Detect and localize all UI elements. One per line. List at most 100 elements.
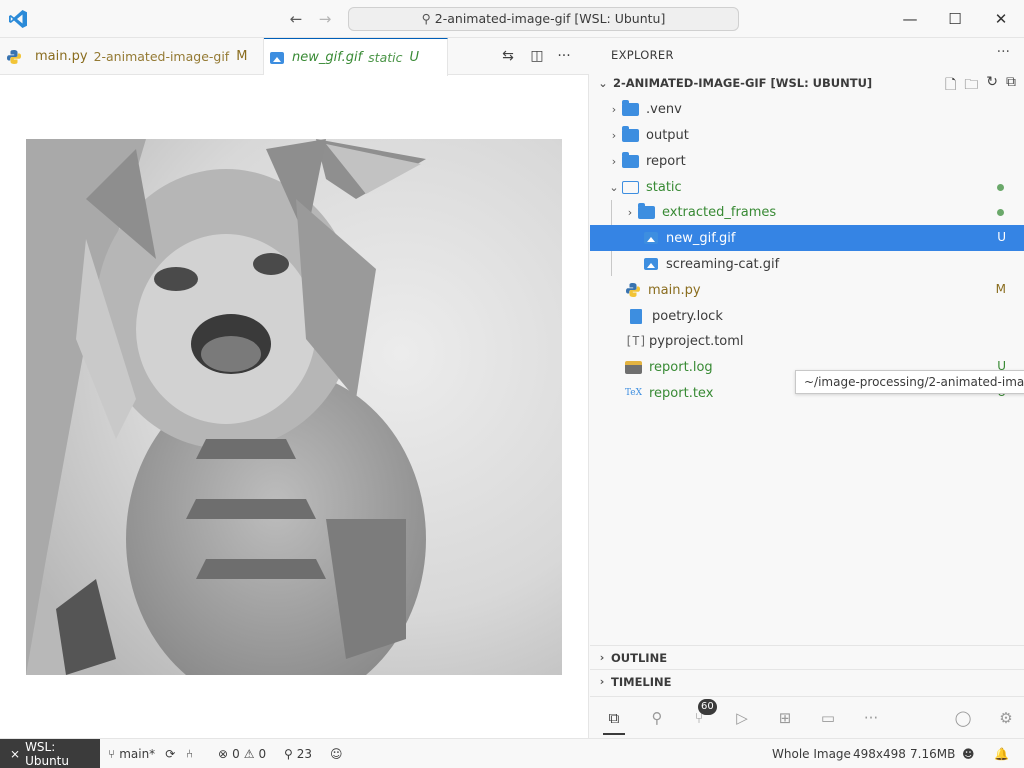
folder-icon: [622, 151, 639, 168]
ports-indicator[interactable]: ⚲ 23: [284, 739, 312, 768]
accounts-icon[interactable]: ◯: [952, 707, 974, 729]
chevron-right-icon: ›: [599, 651, 605, 664]
tab-untracked-mark: U: [409, 50, 419, 65]
image-file-icon: [270, 51, 284, 64]
tab-new-gif[interactable]: new_gif.gif static U: [264, 38, 448, 76]
explorer-more-icon[interactable]: ···: [997, 44, 1010, 60]
ports-count: 23: [296, 747, 313, 761]
more-actions-icon[interactable]: ···: [554, 46, 574, 66]
tree-item-pyproject-toml[interactable]: [T] pyproject.toml: [590, 328, 1024, 354]
git-branch-icon: ⑂: [108, 747, 116, 761]
git-status-dot: [997, 209, 1004, 216]
tree-item-label: static: [646, 179, 682, 195]
new-file-icon[interactable]: 🗋: [945, 74, 956, 98]
tree-item-label: pyproject.toml: [649, 333, 744, 349]
folder-icon: [638, 202, 655, 219]
close-button[interactable]: ✕: [988, 6, 1014, 32]
git-status-badge: U: [997, 230, 1006, 244]
tree-item-label: report.tex: [649, 385, 714, 401]
warning-icon: ⚠: [243, 747, 255, 761]
explorer-actions: 🗋 🗀 ↻ ⧉: [945, 74, 1016, 98]
tex-file-icon: TeX: [625, 388, 643, 398]
sync-icon[interactable]: ⟳: [165, 747, 175, 761]
tab-modified-mark: M: [236, 49, 248, 64]
tree-item-label: report: [646, 153, 686, 169]
image-file-icon: [644, 258, 658, 270]
editor-area: main.py 2-animated-image-gif M new_gif.g…: [0, 38, 589, 738]
run-debug-icon[interactable]: ▷: [731, 707, 753, 729]
chevron-down-icon: ⌄: [598, 76, 608, 90]
more-views-icon[interactable]: ···: [860, 707, 882, 729]
status-bar: ⨯ WSL: Ubuntu ⑂ main* ⟳ ⑃ ⊗ 0 ⚠ 0 ⚲ 23 ☺…: [0, 738, 1024, 768]
tree-item-screaming-cat-gif[interactable]: screaming-cat.gif: [590, 251, 1024, 277]
tree-item-output[interactable]: › output: [590, 122, 1024, 148]
vscode-logo-icon: [9, 10, 27, 28]
branch-indicator[interactable]: ⑂ main* ⟳: [108, 739, 175, 768]
minimize-button[interactable]: —: [897, 6, 923, 32]
git-graph-icon[interactable]: ⑃: [186, 739, 193, 768]
split-editor-icon[interactable]: ◫: [527, 46, 547, 66]
remote-explorer-icon[interactable]: ▭: [817, 707, 839, 729]
refresh-icon[interactable]: ↻: [986, 74, 998, 98]
activity-bar: ⧉ ⚲ ⑂ 60 ▷ ⊞ ▭ ··· ◯ ⚙: [590, 696, 1024, 738]
extensions-icon[interactable]: ⊞: [774, 707, 796, 729]
copilot-icon[interactable]: ☻: [962, 739, 975, 768]
gear-icon[interactable]: ⚙: [995, 707, 1017, 729]
tab-bar: main.py 2-animated-image-gif M new_gif.g…: [0, 38, 589, 76]
remote-label: WSL: Ubuntu: [25, 740, 69, 768]
tree-item-label: .venv: [646, 101, 682, 117]
tree-item-label: main.py: [648, 282, 701, 298]
outline-label: OUTLINE: [611, 650, 668, 665]
tab-file-dir: 2-animated-image-gif: [93, 49, 230, 64]
tree-item-report[interactable]: › report: [590, 148, 1024, 174]
workspace-name: 2-ANIMATED-IMAGE-GIF [WSL: UBUNTU]: [613, 76, 873, 90]
problems-indicator[interactable]: ⊗ 0 ⚠ 0: [218, 739, 266, 768]
tree-item-label: output: [646, 127, 689, 143]
explorer-title: EXPLORER: [611, 48, 674, 62]
python-file-icon: [626, 283, 640, 297]
chevron-right-icon: ›: [611, 154, 617, 168]
outline-section-header[interactable]: › OUTLINE: [590, 645, 1024, 669]
maximize-button[interactable]: ☐: [942, 6, 968, 32]
remote-indicator[interactable]: ⨯ WSL: Ubuntu: [0, 739, 100, 768]
feedback-smiley-icon[interactable]: ☺: [330, 739, 343, 768]
back-arrow-icon[interactable]: ←: [286, 9, 306, 29]
warning-count: 0: [258, 747, 267, 761]
tree-item-label: extracted_frames: [662, 204, 777, 220]
new-folder-icon[interactable]: 🗀: [964, 74, 978, 98]
error-count: 0: [232, 747, 240, 761]
document-icon: [630, 308, 642, 324]
tree-item-label: screaming-cat.gif: [666, 256, 780, 272]
tree-item-main-py[interactable]: main.py M: [590, 277, 1024, 303]
tree-item-venv[interactable]: › .venv: [590, 96, 1024, 122]
image-view-mode[interactable]: Whole Image: [772, 739, 851, 768]
image-file-icon: [644, 232, 658, 244]
toml-file-icon: [T]: [625, 334, 647, 348]
tree-item-static[interactable]: ⌄ static: [590, 174, 1024, 200]
tree-item-new-gif[interactable]: new_gif.gif U: [590, 225, 1024, 251]
tab-file-name: new_gif.gif: [292, 50, 363, 65]
collapse-all-icon[interactable]: ⧉: [1006, 74, 1016, 98]
gif-image-preview: [26, 139, 562, 675]
notifications-bell-icon[interactable]: 🔔: [994, 739, 1009, 768]
explorer-files-icon[interactable]: ⧉: [603, 707, 625, 735]
chevron-right-icon: ›: [599, 675, 605, 688]
error-icon: ⊗: [218, 747, 229, 761]
chevron-down-icon: ⌄: [609, 180, 619, 194]
command-center-search[interactable]: ⚲ 2-animated-image-gif [WSL: Ubuntu]: [348, 7, 739, 31]
window-title: 2-animated-image-gif [WSL: Ubuntu]: [434, 11, 666, 26]
git-status-badge: M: [995, 282, 1006, 296]
search-icon[interactable]: ⚲: [646, 707, 668, 729]
timeline-section-header[interactable]: › TIMELINE: [590, 669, 1024, 693]
folder-icon: [622, 125, 639, 142]
path-tooltip: ~/image-processing/2-animated-image-gif: [795, 370, 1024, 394]
source-control-badge: 60: [698, 699, 717, 715]
title-bar: ← → ⚲ 2-animated-image-gif [WSL: Ubuntu] …: [0, 0, 1024, 38]
tab-main-py[interactable]: main.py 2-animated-image-gif M: [0, 38, 264, 75]
chevron-right-icon: ›: [611, 128, 617, 142]
forward-arrow-icon[interactable]: →: [315, 9, 335, 29]
tree-item-extracted-frames[interactable]: › extracted_frames: [590, 199, 1024, 225]
tree-item-poetry-lock[interactable]: poetry.lock: [590, 303, 1024, 329]
compare-changes-icon[interactable]: ⇆: [498, 46, 518, 66]
folder-open-icon: [622, 180, 639, 194]
